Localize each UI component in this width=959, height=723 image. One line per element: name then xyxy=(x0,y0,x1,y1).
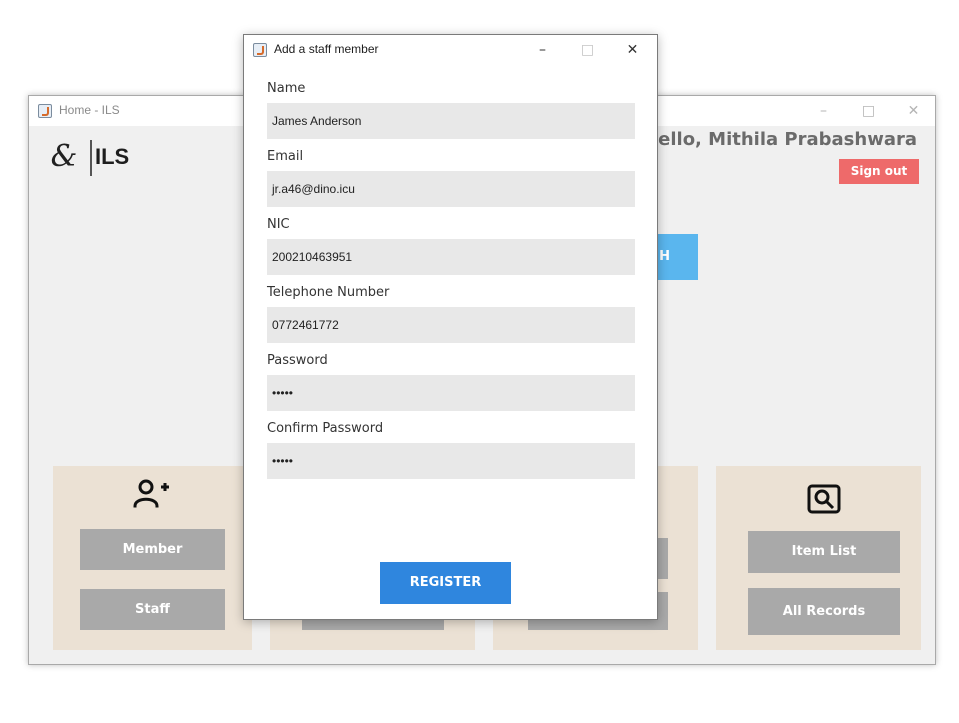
logo-text: ILS xyxy=(95,144,130,169)
close-icon[interactable]: ✕ xyxy=(610,35,655,65)
name-field[interactable]: James Anderson xyxy=(267,103,635,139)
member-button[interactable]: Member xyxy=(80,529,225,570)
dialog-title: Add a staff member xyxy=(274,42,379,56)
user-greeting: Hello, Mithila Prabashwara xyxy=(643,129,917,150)
maximize-icon[interactable]: □ xyxy=(846,96,891,126)
email-field[interactable]: jr.a46@dino.icu xyxy=(267,171,635,207)
minimize-icon[interactable]: – xyxy=(801,96,846,126)
minimize-icon[interactable]: – xyxy=(520,35,565,65)
add-card: Member Staff xyxy=(53,466,252,650)
nic-label: NIC xyxy=(267,217,290,232)
confirm-password-label: Confirm Password xyxy=(267,421,384,436)
password-field[interactable]: ••••• xyxy=(267,375,635,411)
item-list-button[interactable]: Item List xyxy=(748,531,900,573)
search-image-icon xyxy=(807,484,841,518)
all-records-button[interactable]: All Records xyxy=(748,588,900,635)
telephone-label: Telephone Number xyxy=(267,285,390,300)
add-staff-dialog: Add a staff member – □ ✕ Name James Ande… xyxy=(243,34,658,620)
name-label: Name xyxy=(267,81,306,96)
sign-out-button[interactable]: Sign out xyxy=(839,159,919,184)
java-app-icon xyxy=(253,43,267,57)
dialog-titlebar[interactable]: Add a staff member – □ ✕ xyxy=(244,35,657,65)
logo-divider xyxy=(90,140,92,176)
ampersand-logo-icon: & xyxy=(50,139,78,174)
add-user-icon xyxy=(133,478,171,512)
register-button[interactable]: REGISTER xyxy=(380,562,511,604)
password-label: Password xyxy=(267,353,328,368)
telephone-field[interactable]: 0772461772 xyxy=(267,307,635,343)
java-app-icon xyxy=(38,104,52,118)
staff-button[interactable]: Staff xyxy=(80,589,225,630)
nic-field[interactable]: 200210463951 xyxy=(267,239,635,275)
maximize-icon: □ xyxy=(580,42,595,58)
email-label: Email xyxy=(267,149,304,164)
main-window-title: Home - ILS xyxy=(59,103,120,117)
items-card: Item List All Records xyxy=(716,466,921,650)
confirm-password-field[interactable]: ••••• xyxy=(267,443,635,479)
search-button-label: H xyxy=(659,249,670,264)
close-icon[interactable]: ✕ xyxy=(891,96,936,126)
